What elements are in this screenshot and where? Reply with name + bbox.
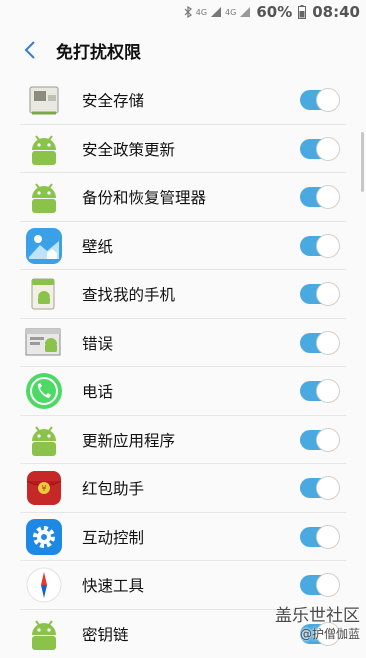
clock: 08:40 (312, 3, 360, 21)
list-item-security-policy-update[interactable]: 安全政策更新 (0, 125, 366, 174)
watermark-sub: @护僧伽蓝 (275, 626, 360, 642)
item-label: 查找我的手机 (82, 283, 175, 305)
list-item-error[interactable]: 错误 (0, 319, 366, 368)
toggle-switch[interactable] (300, 139, 338, 159)
find-phone-icon (25, 275, 63, 313)
status-icons: 4G 4G (184, 6, 251, 18)
toggle-switch[interactable] (300, 90, 338, 110)
android-icon (25, 421, 63, 459)
signal-icon (240, 7, 250, 17)
storage-app-icon (25, 81, 63, 119)
red-envelope-icon: ¥ (25, 469, 63, 507)
wallpaper-icon (25, 227, 63, 265)
watermark: 盖乐世社区 @护僧伽蓝 (275, 606, 360, 642)
battery-percent: 60% (256, 3, 292, 21)
toggle-switch[interactable] (300, 575, 338, 595)
list-item-find-my-phone[interactable]: 查找我的手机 (0, 270, 366, 319)
item-label: 错误 (82, 332, 113, 354)
status-bar: 4G 4G 60% 08:40 (0, 0, 366, 24)
toggle-switch[interactable] (300, 284, 338, 304)
item-label: 安全存储 (82, 89, 144, 111)
app-header: 免打扰权限 (0, 24, 366, 76)
item-label: 安全政策更新 (82, 138, 175, 160)
toggle-switch[interactable] (300, 430, 338, 450)
list-item-wallpaper[interactable]: 壁纸 (0, 222, 366, 271)
item-label: 快速工具 (82, 574, 144, 596)
item-label: 备份和恢复管理器 (82, 186, 206, 208)
item-label: 电话 (82, 380, 113, 402)
list-item-phone[interactable]: 电话 (0, 367, 366, 416)
toggle-switch[interactable] (300, 236, 338, 256)
android-icon (25, 130, 63, 168)
permission-list: 安全存储 安全政策更新 备份和恢复管理器 壁纸 查找我的手机 (0, 76, 366, 658)
list-item-quick-tools[interactable]: 快速工具 (0, 561, 366, 610)
back-chevron-icon (24, 41, 36, 59)
svg-text:¥: ¥ (41, 484, 46, 493)
item-label: 密钥链 (82, 623, 129, 645)
list-item-backup-restore[interactable]: 备份和恢复管理器 (0, 173, 366, 222)
item-label: 红包助手 (82, 477, 144, 499)
toggle-switch[interactable] (300, 381, 338, 401)
toggle-switch[interactable] (300, 478, 338, 498)
compass-icon (25, 566, 63, 604)
list-item-interaction-control[interactable]: 互动控制 (0, 513, 366, 562)
back-button[interactable] (10, 30, 50, 70)
list-item-update-apps[interactable]: 更新应用程序 (0, 416, 366, 465)
toggle-switch[interactable] (300, 187, 338, 207)
item-label: 更新应用程序 (82, 429, 175, 451)
signal-icon (211, 7, 221, 17)
android-icon (25, 178, 63, 216)
gear-icon (25, 518, 63, 556)
scrollbar[interactable] (361, 132, 364, 192)
toggle-switch[interactable] (300, 333, 338, 353)
item-label: 壁纸 (82, 235, 113, 257)
list-item-red-envelope-helper[interactable]: ¥ 红包助手 (0, 464, 366, 513)
error-window-icon (25, 324, 63, 362)
list-item-secure-storage[interactable]: 安全存储 (0, 76, 366, 125)
toggle-switch[interactable] (300, 527, 338, 547)
bluetooth-icon (184, 6, 192, 18)
watermark-main: 盖乐世社区 (275, 606, 360, 626)
android-icon (25, 615, 63, 653)
network-type-1: 4G (196, 8, 207, 17)
phone-icon (25, 372, 63, 410)
network-type-2: 4G (225, 8, 236, 17)
item-label: 互动控制 (82, 526, 144, 548)
battery-icon (298, 5, 306, 19)
page-title: 免打扰权限 (56, 38, 141, 63)
